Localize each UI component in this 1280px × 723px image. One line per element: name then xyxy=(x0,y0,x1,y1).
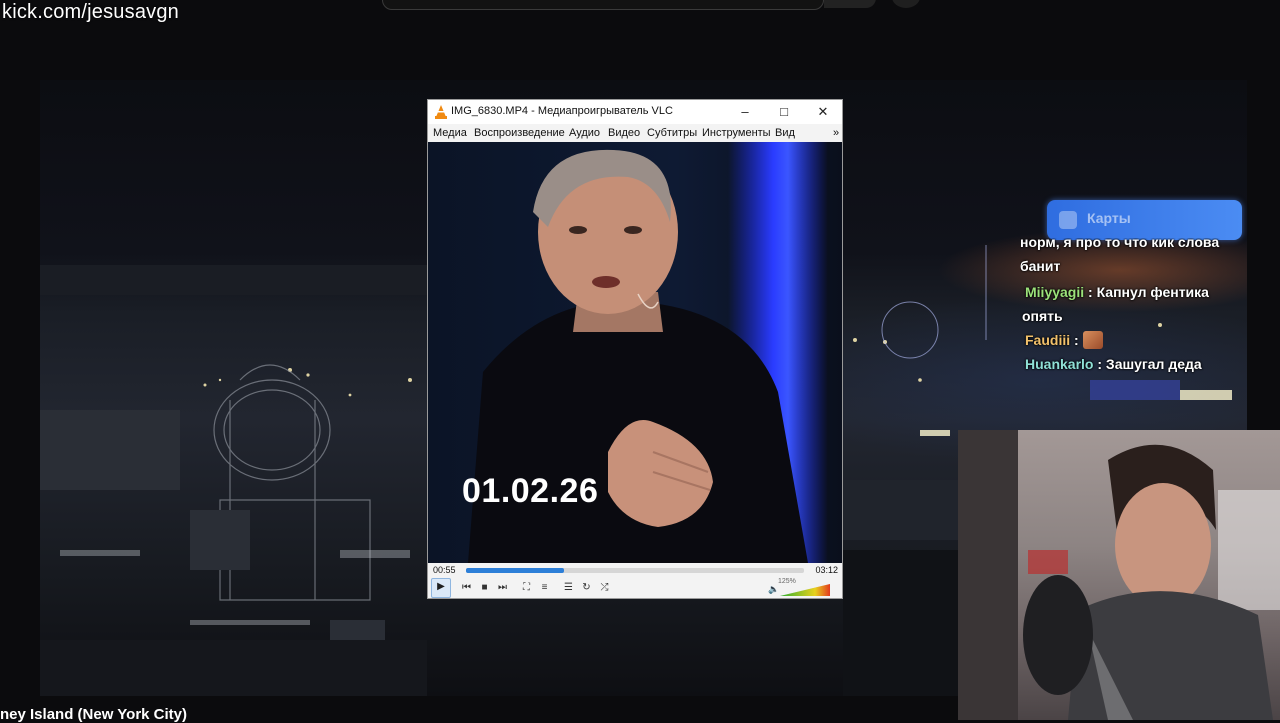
play-button[interactable]: ▶ xyxy=(431,578,451,598)
extended-settings-icon: ≡ xyxy=(541,582,548,593)
stop-icon: ■ xyxy=(481,582,488,593)
maximize-button[interactable]: □ xyxy=(765,100,803,124)
next-button[interactable]: ⏭ xyxy=(494,580,511,595)
menu-tools[interactable]: Инструменты xyxy=(702,127,771,139)
menu-overflow[interactable]: » xyxy=(833,127,839,139)
chat-message: Huankarlo : Зашугал деда xyxy=(1025,356,1202,372)
previous-icon: ⏮ xyxy=(462,582,471,593)
location-title: ney Island (New York City) xyxy=(0,706,187,723)
stop-button[interactable]: ■ xyxy=(476,580,493,595)
microphone-icon[interactable] xyxy=(892,0,920,8)
fullscreen-icon: ⛶ xyxy=(523,582,530,593)
stream-chat: норм, я про то что кик слова банит Miiyy… xyxy=(1020,238,1240,376)
loop-button[interactable]: ↻ xyxy=(578,580,595,595)
volume-slider[interactable] xyxy=(780,584,830,596)
vlc-controls: 00:55 03:12 ▶ ⏮ ■ ⏭ ⛶ ≡ ☰ ↻ ⤮ 🔈 125% xyxy=(428,563,842,598)
chat-username[interactable]: Faudiii xyxy=(1025,332,1070,348)
chat-message: Faudiii : xyxy=(1020,328,1240,352)
streamer-illustration xyxy=(958,430,1280,720)
streamer-webcam xyxy=(958,430,1280,720)
next-icon: ⏭ xyxy=(498,582,507,593)
close-icon: ✕ xyxy=(817,104,829,119)
vlc-menubar: Медиа Воспроизведение Аудио Видео Субтит… xyxy=(428,124,842,142)
emote-icon xyxy=(1082,331,1103,349)
browser-search-bar[interactable] xyxy=(382,0,824,10)
vlc-window[interactable]: IMG_6830.MP4 - Медиапроигрыватель VLC – … xyxy=(427,99,843,599)
chat-username[interactable]: Huankarlo xyxy=(1025,356,1093,372)
chat-message: Miiyyagii : Капнул фентика опять xyxy=(1022,284,1209,324)
minimize-button[interactable]: – xyxy=(726,100,764,124)
map-icon xyxy=(1059,211,1077,229)
stream-url: kick.com/jesusavgn xyxy=(2,1,179,23)
minimize-icon: – xyxy=(741,104,749,119)
playlist-button[interactable]: ☰ xyxy=(560,580,577,595)
current-time: 00:55 xyxy=(433,565,456,575)
maps-label: Карты xyxy=(1087,210,1131,226)
menu-audio[interactable]: Аудио xyxy=(569,127,600,139)
maximize-icon: □ xyxy=(780,104,788,119)
extended-settings-button[interactable]: ≡ xyxy=(536,580,553,595)
menu-video[interactable]: Видео xyxy=(608,127,640,139)
shuffle-button[interactable]: ⤮ xyxy=(596,580,613,595)
menu-playback[interactable]: Воспроизведение xyxy=(474,127,565,139)
play-icon: ▶ xyxy=(437,581,445,592)
chat-text: Зашугал деда xyxy=(1105,356,1202,372)
menu-subtitles[interactable]: Субтитры xyxy=(647,127,697,139)
chat-username[interactable]: Miiyyagii xyxy=(1025,284,1084,300)
shuffle-icon: ⤮ xyxy=(600,582,609,593)
browser-search-button[interactable] xyxy=(824,0,876,8)
fullscreen-button[interactable]: ⛶ xyxy=(518,580,535,595)
seek-bar[interactable] xyxy=(466,568,804,573)
close-button[interactable]: ✕ xyxy=(804,100,842,124)
vlc-cone-icon xyxy=(435,105,447,119)
menu-view[interactable]: Вид xyxy=(775,127,795,139)
window-title: IMG_6830.MP4 - Медиапроигрыватель VLC xyxy=(451,105,673,117)
vlc-titlebar[interactable]: IMG_6830.MP4 - Медиапроигрыватель VLC – … xyxy=(428,100,842,124)
previous-button[interactable]: ⏮ xyxy=(458,580,475,595)
video-output[interactable]: 01.02.26 xyxy=(428,142,842,563)
maps-button[interactable]: Карты xyxy=(1047,200,1242,240)
seek-bar-fill xyxy=(466,568,565,573)
loop-icon: ↻ xyxy=(582,582,591,593)
video-date-overlay: 01.02.26 xyxy=(462,472,599,510)
menu-media[interactable]: Медиа xyxy=(433,127,467,139)
playlist-icon: ☰ xyxy=(564,582,573,593)
chat-message-clipped: норм, я про то что кик слова банит xyxy=(1020,238,1220,274)
total-time: 03:12 xyxy=(815,565,838,575)
volume-icon[interactable]: 🔈 xyxy=(768,584,779,595)
